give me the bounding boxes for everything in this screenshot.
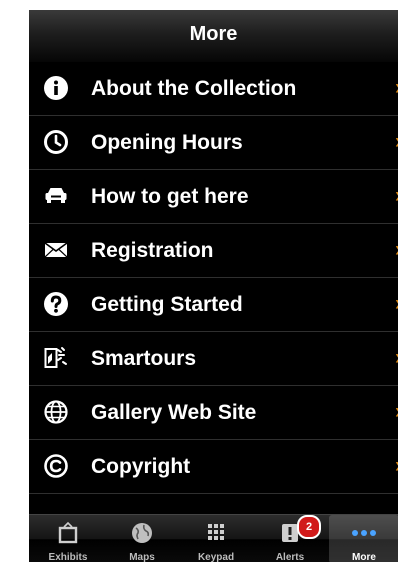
tab-label: More [352, 552, 376, 562]
menu-item-label: About the Collection [91, 77, 297, 100]
menu-item-registration[interactable]: Registration › [29, 224, 398, 278]
menu-item-label: Copyright [91, 455, 191, 478]
car-icon [43, 183, 69, 209]
globe-icon [43, 399, 69, 425]
menu-item-how-to-get-here[interactable]: How to get here › [29, 170, 398, 224]
more-menu-list: About the Collection › Opening Hours › [29, 62, 398, 494]
menu-item-label: Registration [91, 239, 214, 262]
tab-label: Alerts [275, 552, 305, 562]
menu-item-label: Gallery Web Site [91, 401, 257, 424]
menu-item-opening-hours[interactable]: Opening Hours › [29, 116, 398, 170]
menu-item-smartours[interactable]: Smartours › [29, 332, 398, 386]
menu-item-about-the-collection[interactable]: About the Collection › [29, 62, 398, 116]
clock-icon [43, 129, 69, 155]
globe-icon [107, 521, 177, 545]
nav-title: More [189, 23, 238, 45]
info-icon [43, 75, 69, 101]
menu-item-label: Getting Started [91, 293, 243, 316]
tab-label: Exhibits [48, 552, 88, 562]
copyright-icon [43, 453, 69, 479]
keypad-icon [181, 521, 251, 545]
tab-alerts[interactable]: 2 Alerts [255, 515, 325, 562]
tab-label: Maps [129, 552, 155, 562]
tab-bar: Exhibits Maps Keypad 2 Alerts More [29, 514, 398, 562]
menu-item-label: How to get here [91, 185, 249, 208]
frame-icon [33, 521, 103, 545]
menu-item-label: Opening Hours [91, 131, 243, 154]
navigation-bar: More [29, 10, 398, 63]
tab-exhibits[interactable]: Exhibits [33, 515, 103, 562]
menu-item-getting-started[interactable]: Getting Started › [29, 278, 398, 332]
envelope-icon [43, 237, 69, 263]
alerts-badge: 2 [297, 515, 321, 539]
tab-label: Keypad [197, 552, 235, 562]
menu-item-gallery-web-site[interactable]: Gallery Web Site › [29, 386, 398, 440]
more-dots-icon [329, 521, 398, 545]
tab-maps[interactable]: Maps [107, 515, 177, 562]
app-screen: More About the Collection › Opening Hou [29, 10, 398, 562]
tab-more[interactable]: More [329, 515, 398, 562]
menu-item-copyright[interactable]: Copyright › [29, 440, 398, 494]
tab-keypad[interactable]: Keypad [181, 515, 251, 562]
question-icon [43, 291, 69, 317]
menu-item-label: Smartours [91, 347, 197, 370]
smartours-icon [43, 345, 69, 371]
